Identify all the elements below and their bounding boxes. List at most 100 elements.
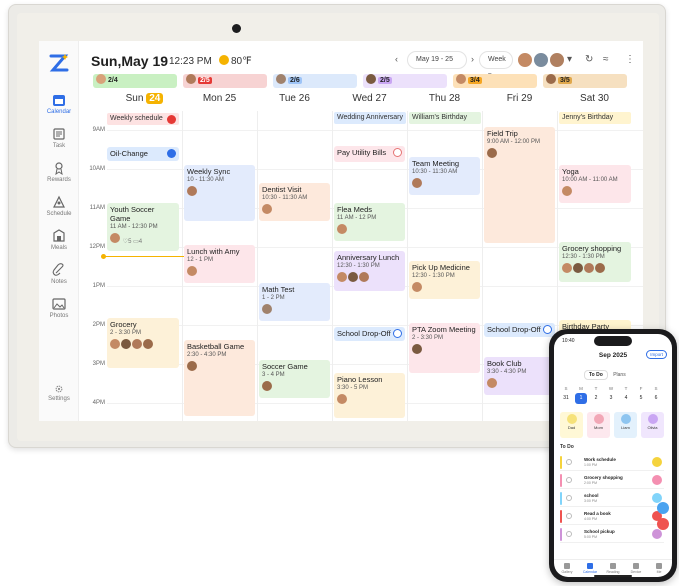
event-card[interactable]: Dentist Visit 10:30 - 11:30 AM — [259, 183, 330, 221]
nav-me[interactable]: Me — [648, 563, 670, 574]
member-card[interactable]: Dad — [560, 412, 583, 438]
hour-line — [107, 130, 643, 131]
member-color-bar — [560, 492, 562, 505]
allday-event[interactable]: Wedding Anniversary — [334, 112, 406, 124]
event-card[interactable]: Pick Up Medicine 12:30 - 1:30 PM — [409, 261, 480, 299]
event-card[interactable]: Soccer Game 3 - 4 PM — [259, 360, 330, 398]
event-card[interactable]: Basketball Game 2:30 - 4:30 PM — [184, 340, 255, 416]
member-progress[interactable]: 3/4 — [453, 74, 537, 88]
view-select[interactable]: Week ▾ — [479, 51, 513, 79]
day-header[interactable]: Sat 30 — [557, 93, 632, 111]
event-card[interactable]: School Drop-Off — [484, 323, 555, 337]
avatar[interactable] — [549, 52, 565, 68]
tab-plans[interactable]: Plans — [609, 371, 630, 379]
avatar — [620, 414, 631, 424]
event-title: Weekly schedule — [110, 115, 163, 122]
todo-checkbox[interactable] — [566, 477, 572, 483]
event-card[interactable]: PTA Zoom Meeting 2 - 3:30 PM — [409, 323, 480, 373]
date-cell[interactable]: 6 — [650, 393, 662, 404]
member-progress[interactable]: 2/5 — [183, 74, 267, 88]
sidebar-item-task[interactable]: Task — [39, 127, 79, 149]
sidebar-item-meals[interactable]: Meals — [39, 229, 79, 251]
event-card[interactable]: Grocery shopping 12:30 - 1:30 PM — [559, 242, 631, 282]
check-icon[interactable] — [543, 325, 552, 334]
avatar[interactable] — [533, 52, 549, 68]
todo-item[interactable]: School pickup 5:00 PM — [560, 526, 664, 543]
date-cell[interactable]: 1 — [575, 393, 587, 404]
check-icon[interactable] — [167, 115, 176, 124]
chevron-down-icon[interactable]: ▾ — [567, 54, 572, 65]
date-cell[interactable]: 5 — [635, 393, 647, 404]
sidebar-item-settings[interactable]: Settings — [39, 384, 79, 402]
nav-reading[interactable]: Reading — [602, 563, 624, 574]
allday-event[interactable]: Weekly schedule — [107, 113, 179, 125]
check-icon[interactable] — [167, 149, 176, 158]
day-number: 30 — [597, 93, 609, 104]
member-card[interactable]: Liam — [614, 412, 637, 438]
date-cell[interactable]: 31 — [560, 393, 572, 404]
todo-checkbox[interactable] — [566, 531, 572, 537]
event-card[interactable]: Yoga 10:00 AM - 11:00 AM — [559, 165, 631, 203]
member-progress[interactable]: 2/5 — [363, 74, 447, 88]
date-range[interactable]: May 19 - 25 — [407, 51, 467, 69]
check-icon[interactable] — [393, 329, 402, 338]
refresh-icon[interactable]: ↻ — [585, 54, 593, 65]
member-card[interactable]: Mom — [587, 412, 610, 438]
nav-calendar[interactable]: Calendar — [579, 563, 601, 574]
event-card[interactable]: Anniversary Lunch 12:30 - 1:30 PM — [334, 251, 405, 291]
tab-todo[interactable]: To Do — [584, 370, 608, 380]
menu-icon[interactable]: ⋮ — [625, 54, 635, 65]
event-card[interactable]: Grocery 2 - 3:30 PM — [107, 318, 179, 368]
todo-checkbox[interactable] — [566, 495, 572, 501]
timer-button[interactable] — [657, 518, 669, 530]
prev-week-chevron-icon[interactable]: ‹ — [395, 54, 398, 64]
date-cell[interactable]: 3 — [605, 393, 617, 404]
allday-event[interactable]: Jenny's Birthday — [559, 112, 631, 124]
meals-icon — [53, 229, 65, 242]
todo-item[interactable]: Read a book 4:00 PM — [560, 508, 664, 525]
sidebar-item-rewards[interactable]: Rewards — [39, 161, 79, 183]
day-header[interactable]: Fri 29 — [482, 93, 557, 111]
import-button[interactable]: Import — [646, 350, 667, 359]
event-card[interactable]: Lunch with Amy 12 - 1 PM — [184, 245, 255, 283]
day-header[interactable]: Tue 26 — [257, 93, 332, 111]
date-cell[interactable]: 2 — [590, 393, 602, 404]
nav-device[interactable]: Device — [625, 563, 647, 574]
event-card[interactable]: Flea Meds 11 AM - 12 PM — [334, 203, 405, 241]
check-icon[interactable] — [393, 148, 402, 157]
avatar[interactable] — [517, 52, 533, 68]
next-week-chevron-icon[interactable]: › — [471, 54, 474, 64]
member-progress[interactable]: 2/6 — [273, 74, 357, 88]
event-card[interactable]: Field Trip 9:00 AM - 12:00 PM — [484, 127, 555, 243]
day-header[interactable]: Sun 24 — [107, 93, 182, 111]
member-progress[interactable]: 2/4 — [93, 74, 177, 88]
event-card[interactable]: Pay Utility Bills — [334, 146, 405, 162]
event-card[interactable]: School Drop-Off — [334, 327, 405, 341]
todo-item[interactable]: Grocery shopping 2:00 PM — [560, 472, 664, 489]
todo-checkbox[interactable] — [566, 459, 572, 465]
allday-event[interactable]: William's Birthday — [409, 112, 481, 124]
member-progress[interactable]: 3/5 — [543, 74, 627, 88]
date-cell[interactable]: 4 — [620, 393, 632, 404]
event-card[interactable]: Youth Soccer Game 11 AM - 12:30 PM ♡5 ▭4 — [107, 203, 179, 251]
event-card[interactable]: Math Test 1 - 2 PM — [259, 283, 330, 321]
event-card[interactable]: Oil-Change — [107, 147, 179, 161]
day-header[interactable]: Mon 25 — [182, 93, 257, 111]
event-card[interactable]: Team Meeting 10:30 - 11:30 AM — [409, 157, 480, 195]
day-header[interactable]: Thu 28 — [407, 93, 482, 111]
sidebar-item-photos[interactable]: Photos — [39, 297, 79, 319]
event-card[interactable]: Piano Lesson 3:30 - 5 PM — [334, 373, 405, 418]
sidebar-item-calendar[interactable]: Calendar — [39, 93, 79, 115]
todo-item[interactable]: Work schedule 1:00 PM — [560, 454, 664, 471]
todo-checkbox[interactable] — [566, 513, 572, 519]
todo-item[interactable]: school 3:00 PM — [560, 490, 664, 507]
sidebar-item-notes[interactable]: Notes — [39, 263, 79, 285]
add-button[interactable] — [657, 502, 669, 514]
event-card[interactable]: Book Club 3:30 - 4:30 PM — [484, 357, 555, 395]
phone-screen: 10:40 Sep 2025 Import To Do Plans S M T … — [554, 334, 672, 577]
day-header[interactable]: Wed 27 — [332, 93, 407, 111]
event-card[interactable]: Weekly Sync 10 - 11:30 AM — [184, 165, 255, 221]
member-card[interactable]: Olivia — [641, 412, 664, 438]
sidebar-item-schedule[interactable]: Schedule — [39, 195, 79, 217]
nav-gallery[interactable]: Gallery — [556, 563, 578, 574]
